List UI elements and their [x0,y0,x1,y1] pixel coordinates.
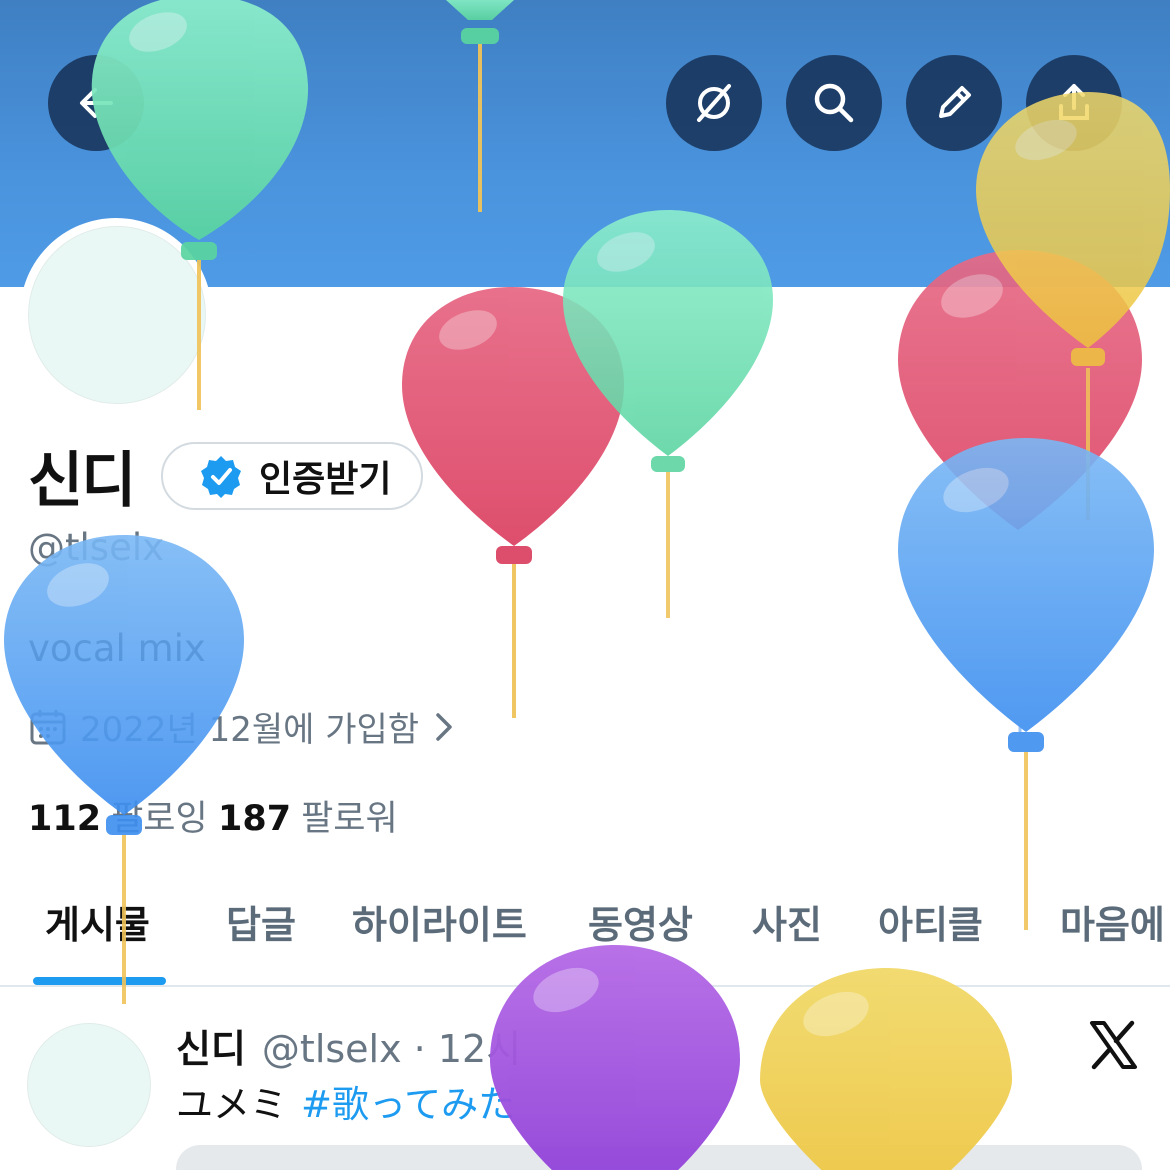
joined-label: 2022년 12월에 가입함 [80,710,420,750]
tab-videos[interactable]: 동영상 [588,894,693,949]
x-logo-icon [1090,1020,1137,1070]
post-text: ユメミ #歌ってみた [176,1074,515,1128]
following-link[interactable]: 112 팔로잉 [28,790,208,841]
grok-button[interactable] [666,55,762,151]
post-avatar[interactable] [27,1023,151,1147]
joined-date[interactable]: 2022년 12월에 가입함 [28,702,461,751]
tabs-divider [0,985,1170,987]
balloon-red-right [898,250,1142,530]
search-button[interactable] [786,55,882,151]
post-meta: @tlselx · 12시 [261,1027,522,1071]
post-hashtag[interactable]: #歌ってみた [301,1083,515,1126]
followers-link[interactable]: 187 팔로워 [218,790,398,841]
balloon-blue-right [898,438,1154,930]
balloon-yellow-bottom [760,968,1012,1170]
post-author-name[interactable]: 신디 [176,1027,246,1071]
balloon-red-center [402,287,624,718]
pencil-icon [939,86,971,118]
profile-tabs: 게시물 답글 하이라이트 동영상 사진 아티클 마음에 [0,880,1170,986]
followers-count: 187 [218,799,292,839]
calendar-icon [30,709,66,744]
tab-highlights[interactable]: 하이라이트 [352,894,527,949]
post-media-card[interactable] [176,1145,1142,1170]
share-icon [1059,84,1089,120]
arrow-left-icon [80,88,113,118]
avatar-image [28,226,206,404]
following-label: 팔로잉 [111,799,208,839]
profile-name: 신디 [28,446,136,516]
grok-icon [697,84,731,122]
search-icon [814,83,854,123]
post-body: ユメミ [176,1083,287,1126]
profile-avatar[interactable] [20,218,212,410]
tab-replies[interactable]: 답글 [226,894,296,949]
following-count: 112 [28,799,102,839]
chevron-right-icon [436,712,452,741]
followers-label: 팔로워 [301,799,398,839]
post-header: 신디 @tlselx · 12시 [176,1018,521,1073]
profile-screen: 신디 인증받기 @tlselx vocal mix 2022년 12월에 가입함… [0,0,1170,1170]
profile-bio: vocal mix [28,627,206,670]
tab-posts[interactable]: 게시물 [45,894,150,949]
verified-badge-icon [201,456,241,498]
back-button[interactable] [48,55,144,151]
share-button[interactable] [1026,55,1122,151]
tab-likes[interactable]: 마음에 [1060,894,1165,949]
profile-handle: @tlselx [28,526,165,569]
tab-articles[interactable]: 아티클 [878,894,983,949]
tab-photos[interactable]: 사진 [752,894,822,949]
get-verified-button[interactable]: 인증받기 [161,442,423,510]
edit-button[interactable] [906,55,1002,151]
get-verified-label: 인증받기 [259,459,392,500]
active-tab-indicator [33,977,166,985]
